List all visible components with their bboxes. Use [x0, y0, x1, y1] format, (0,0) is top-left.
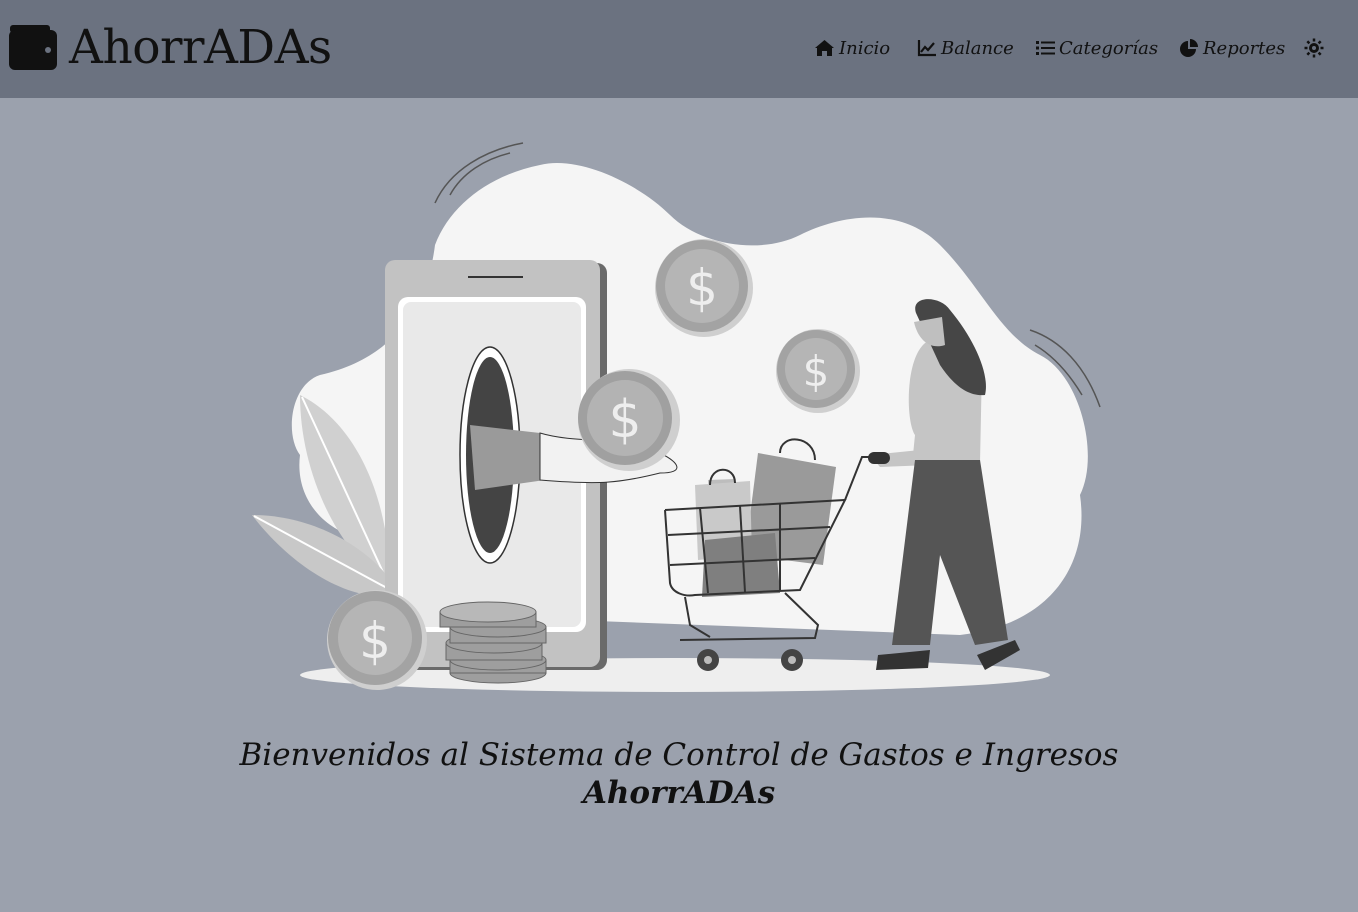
welcome-title: AhorrADAs [582, 775, 776, 811]
nav-item-categorias[interactable]: Categorías [1036, 34, 1158, 62]
nav-item-label: Balance [941, 37, 1014, 59]
coin: $ [578, 369, 680, 471]
svg-text:$: $ [686, 259, 718, 317]
theme-toggle-button[interactable] [1304, 34, 1328, 62]
sun-icon [1304, 38, 1324, 58]
svg-text:$: $ [359, 612, 391, 670]
nav-item-reportes[interactable]: Reportes [1179, 34, 1285, 62]
nav-item-balance[interactable]: Balance [917, 34, 1014, 62]
welcome-message: Bienvenidos al Sistema de Control de Gas… [0, 736, 1358, 812]
top-navbar: AhorrADAs Inicio Balance Categorías Repo… [0, 0, 1358, 98]
nav-item-label: Reportes [1203, 37, 1286, 59]
welcome-line: Bienvenidos al Sistema de Control de Gas… [239, 737, 1119, 773]
hero-illustration: $ $ $ $ [252, 142, 1101, 692]
list-icon [1036, 41, 1055, 55]
nav-item-inicio[interactable]: Inicio [814, 34, 890, 62]
nav-item-label: Categorías [1059, 37, 1159, 59]
pie-chart-icon [1180, 39, 1198, 57]
nav-item-label: Inicio [839, 37, 891, 59]
home-icon [815, 40, 834, 56]
svg-text:$: $ [608, 390, 641, 450]
svg-text:$: $ [803, 347, 830, 396]
main-nav: Inicio Balance Categorías Reportes [0, 34, 1358, 62]
chart-line-icon [917, 40, 936, 57]
